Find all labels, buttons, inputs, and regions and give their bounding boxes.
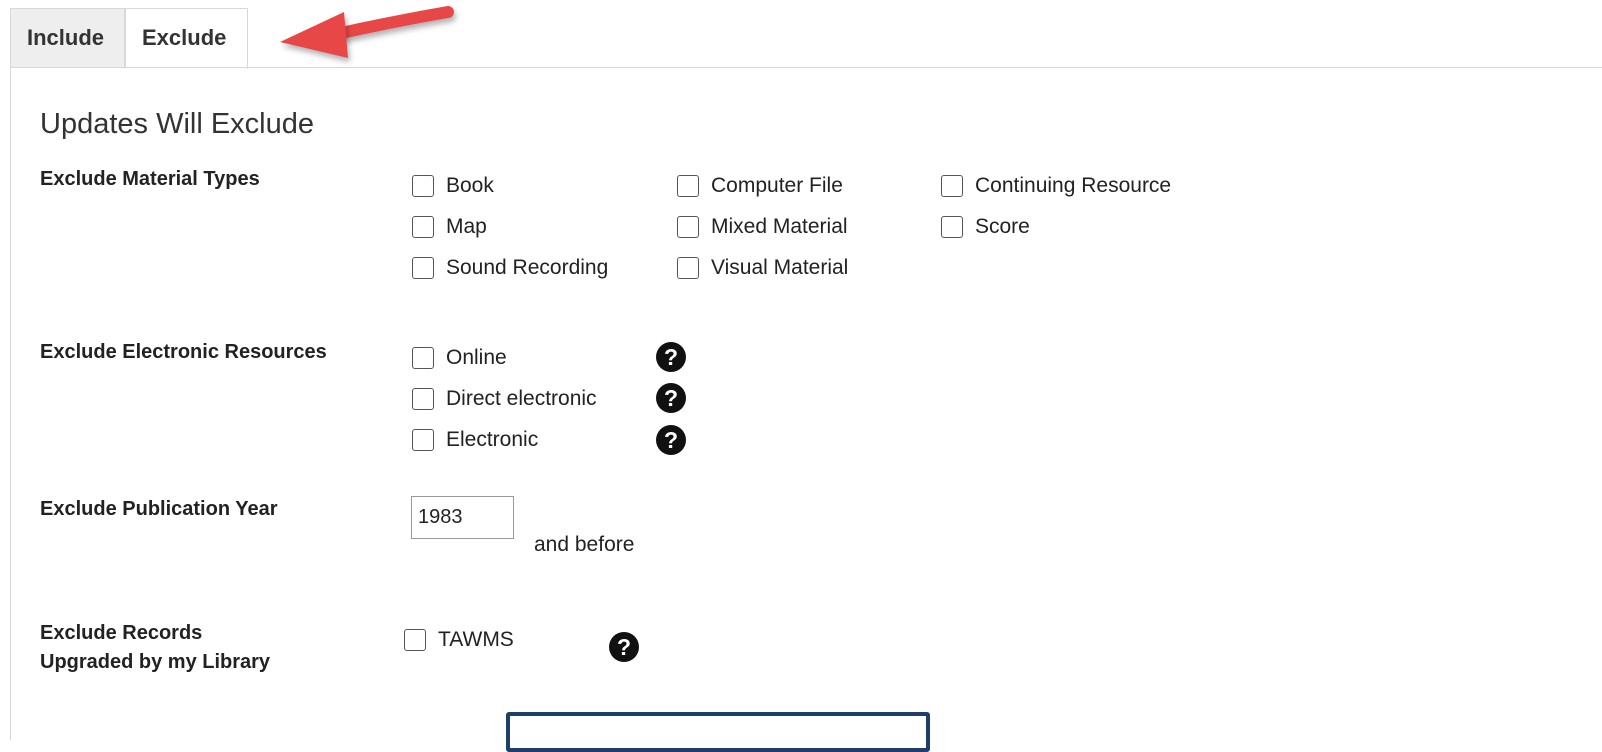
tab-exclude[interactable]: Exclude — [125, 8, 248, 69]
checkbox-score[interactable]: Score — [941, 215, 1030, 239]
tab-include-label: Include — [27, 25, 105, 50]
checkbox-box[interactable] — [941, 175, 963, 197]
publication-year-label: Exclude Publication Year — [40, 498, 278, 520]
checkbox-mixed-material[interactable]: Mixed Material — [677, 215, 848, 239]
upgraded-records-label: Exclude Records Upgraded by my Library — [40, 619, 270, 677]
action-button[interactable] — [506, 712, 930, 752]
annotation-arrow-icon — [280, 6, 454, 58]
checkbox-label: Mixed Material — [711, 215, 848, 238]
checkbox-label: Online — [446, 346, 507, 369]
tab-divider — [10, 67, 1602, 68]
checkbox-box[interactable] — [677, 175, 699, 197]
section-heading: Updates Will Exclude — [40, 108, 314, 140]
question-circle-icon[interactable]: ? — [656, 342, 686, 372]
checkbox-label: Computer File — [711, 174, 843, 197]
checkbox-box[interactable] — [412, 216, 434, 238]
upgraded-records-label-line2: Upgraded by my Library — [40, 651, 271, 673]
electronic-resources-label: Exclude Electronic Resources — [40, 341, 327, 363]
checkbox-label: Score — [975, 215, 1030, 238]
material-types-label: Exclude Material Types — [40, 168, 260, 190]
checkbox-electronic[interactable]: Electronic — [412, 428, 538, 452]
upgraded-records-label-line1: Exclude Records — [40, 622, 203, 644]
checkbox-computer-file[interactable]: Computer File — [677, 174, 843, 198]
checkbox-label: Continuing Resource — [975, 174, 1172, 197]
checkbox-label: Map — [446, 215, 487, 238]
tab-include[interactable]: Include — [10, 8, 125, 68]
checkbox-visual-material[interactable]: Visual Material — [677, 256, 848, 280]
publication-year-input[interactable] — [411, 496, 514, 539]
checkbox-online[interactable]: Online — [412, 346, 507, 370]
checkbox-label: TAWMS — [438, 628, 514, 651]
checkbox-label: Visual Material — [711, 256, 849, 279]
checkbox-box[interactable] — [412, 257, 434, 279]
checkbox-box[interactable] — [412, 429, 434, 451]
question-circle-icon[interactable]: ? — [656, 383, 686, 413]
checkbox-box[interactable] — [404, 629, 426, 651]
checkbox-box[interactable] — [941, 216, 963, 238]
tab-bar: Include Exclude — [0, 0, 1602, 69]
checkbox-label: Electronic — [446, 428, 539, 451]
checkbox-book[interactable]: Book — [412, 174, 494, 198]
checkbox-box[interactable] — [677, 216, 699, 238]
checkbox-box[interactable] — [412, 175, 434, 197]
checkbox-box[interactable] — [677, 257, 699, 279]
checkbox-tawms[interactable]: TAWMS — [404, 628, 514, 652]
panel-border — [10, 68, 11, 740]
checkbox-box[interactable] — [412, 347, 434, 369]
checkbox-direct-electronic[interactable]: Direct electronic — [412, 387, 597, 411]
checkbox-continuing-resource[interactable]: Continuing Resource — [941, 174, 1171, 198]
publication-year-suffix: and before — [534, 533, 635, 556]
checkbox-label: Sound Recording — [446, 256, 609, 279]
tab-exclude-label: Exclude — [142, 25, 227, 50]
checkbox-label: Direct electronic — [446, 387, 597, 410]
checkbox-map[interactable]: Map — [412, 215, 487, 239]
question-circle-icon[interactable]: ? — [609, 632, 639, 662]
question-circle-icon[interactable]: ? — [656, 425, 686, 455]
checkbox-sound-recording[interactable]: Sound Recording — [412, 256, 608, 280]
checkbox-box[interactable] — [412, 388, 434, 410]
checkbox-label: Book — [446, 174, 494, 197]
